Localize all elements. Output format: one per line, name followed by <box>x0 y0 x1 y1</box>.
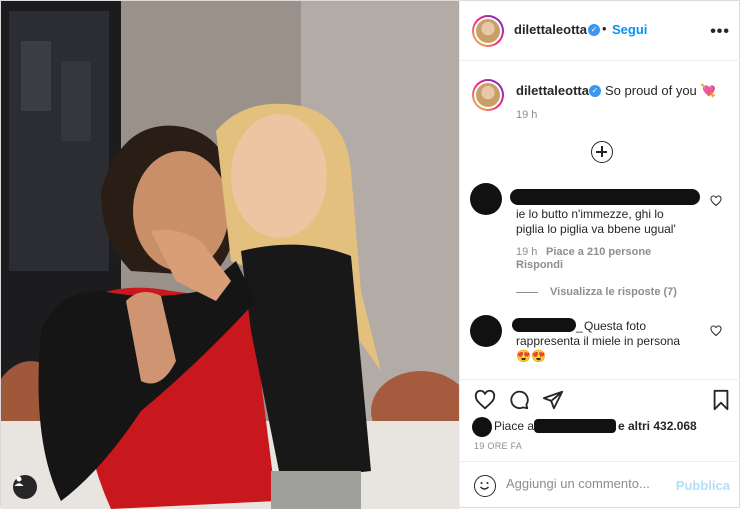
post-photo[interactable] <box>1 1 459 509</box>
comment-emoji: 😍😍 <box>516 349 546 363</box>
heart-icon[interactable] <box>474 389 496 411</box>
caption-text: So proud of you 💘 <box>605 83 717 98</box>
comment-text-line: piglia lo piglia va bbene ugual' <box>516 222 676 236</box>
share-icon[interactable] <box>542 389 564 411</box>
comment-time[interactable]: 19 h <box>516 246 537 258</box>
more-icon[interactable]: ••• <box>710 23 730 41</box>
caption-username[interactable]: dilettaleotta <box>516 83 589 98</box>
redacted-liker <box>534 419 616 433</box>
redacted-username <box>512 318 576 332</box>
comment-avatar[interactable] <box>470 183 502 215</box>
actions-divider <box>460 379 740 380</box>
comment-icon[interactable] <box>508 389 530 411</box>
comment-text-line: ie lo butto n'immezze, ghi lo <box>516 207 664 221</box>
post-side-panel: dilettaleotta ✓ • Segui ••• dilettaleott… <box>459 1 740 509</box>
liker-avatar[interactable] <box>472 417 492 437</box>
verified-icon: ✓ <box>588 24 600 36</box>
reply-button[interactable]: Rispondi <box>516 259 563 271</box>
user-tag-icon[interactable] <box>13 475 37 499</box>
comment-text-line: Questa foto <box>584 319 647 333</box>
caption-avatar[interactable] <box>472 79 504 111</box>
photo-illustration <box>1 1 459 509</box>
separator-dot: • <box>602 21 607 36</box>
emoji-icon[interactable] <box>474 475 496 497</box>
heart-icon[interactable] <box>710 325 722 337</box>
comment-username-suffix: _ <box>576 319 583 333</box>
verified-icon: ✓ <box>589 85 601 97</box>
caption-time[interactable]: 19 h <box>516 109 537 121</box>
likes-summary[interactable]: Piace a <box>494 419 534 433</box>
publish-button[interactable]: Pubblica <box>676 478 730 493</box>
author-username[interactable]: dilettaleotta <box>514 22 587 37</box>
likes-prefix: Piace a <box>494 419 535 433</box>
follow-button[interactable]: Segui <box>612 22 647 37</box>
post-timestamp[interactable]: 19 ORE FA <box>474 441 522 451</box>
likes-others[interactable]: e altri 432.068 <box>618 419 697 433</box>
post-dialog: dilettaleotta ✓ • Segui ••• dilettaleott… <box>0 0 740 509</box>
comment-avatar[interactable] <box>470 315 502 347</box>
author-avatar[interactable] <box>472 15 504 47</box>
bookmark-icon[interactable] <box>710 389 732 411</box>
post-header: dilettaleotta ✓ • Segui ••• <box>460 1 740 61</box>
replies-divider <box>516 292 538 293</box>
heart-icon[interactable] <box>710 195 722 207</box>
add-comment-bar: Pubblica <box>460 461 740 509</box>
view-replies-button[interactable]: Visualizza le risposte (7) <box>550 286 677 298</box>
redacted-username <box>510 189 700 205</box>
add-comment-circle-icon[interactable] <box>591 141 613 163</box>
comment-likes[interactable]: Piace a 210 persone <box>546 246 651 258</box>
comment-text-line: rappresenta il miele in persona <box>516 334 681 348</box>
comment-input[interactable] <box>506 476 676 491</box>
